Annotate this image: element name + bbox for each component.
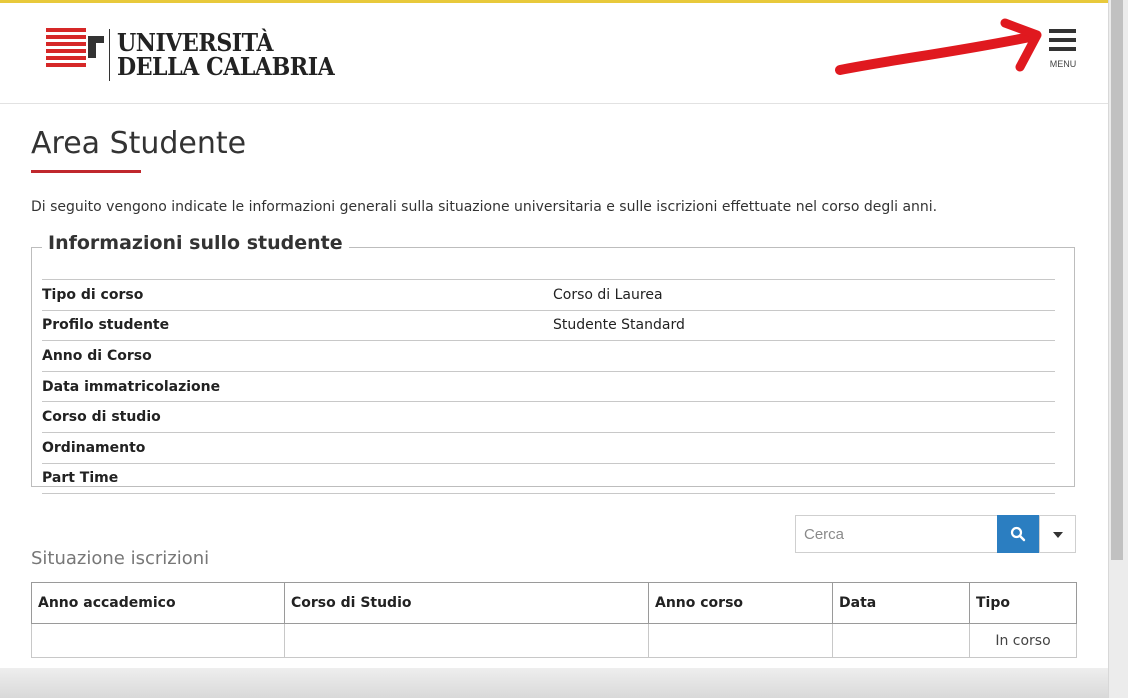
info-label: Tipo di corso <box>42 279 553 311</box>
info-row: Corso di studio <box>42 401 1055 433</box>
cell-anno-corso <box>648 623 833 658</box>
info-value: Corso di Laurea <box>553 279 1055 311</box>
info-row: Tipo di corso Corso di Laurea <box>42 279 1055 311</box>
cell-anno-accademico <box>31 623 285 658</box>
page-title: Area Studente <box>31 126 247 161</box>
column-header-data[interactable]: Data <box>832 582 970 624</box>
info-value <box>553 462 1055 495</box>
search-button[interactable] <box>997 515 1039 553</box>
registrations-title: Situazione iscrizioni <box>31 548 210 569</box>
table-header-row: Anno accademico Corso di Studio Anno cor… <box>31 582 1077 624</box>
search-group <box>795 515 1076 553</box>
column-header-tipo[interactable]: Tipo <box>969 582 1077 624</box>
info-label: Profilo studente <box>42 309 553 341</box>
site-header: UNIVERSITÀ DELLA CALABRIA MENU <box>0 3 1108 104</box>
cell-tipo: In corso <box>969 623 1077 658</box>
info-row: Part Time <box>42 462 1055 495</box>
intro-text: Di seguito vengono indicate le informazi… <box>31 199 938 215</box>
registrations-table: Anno accademico Corso di Studio Anno cor… <box>31 582 1077 658</box>
caret-down-icon <box>1053 532 1063 538</box>
info-row: Profilo studente Studente Standard <box>42 309 1055 341</box>
info-label: Part Time <box>42 462 553 495</box>
info-label: Corso di studio <box>42 401 553 433</box>
info-label: Anno di Corso <box>42 340 553 372</box>
menu-label: MENU <box>1049 59 1077 69</box>
info-row: Ordinamento <box>42 431 1055 464</box>
menu-button[interactable]: MENU <box>1040 27 1086 77</box>
info-value <box>553 340 1055 372</box>
student-info-table: Tipo di corso Corso di Laurea Profilo st… <box>42 279 1055 495</box>
university-name[interactable]: UNIVERSITÀ DELLA CALABRIA <box>117 31 335 81</box>
info-value: Studente Standard <box>553 309 1055 341</box>
search-icon <box>1010 526 1026 542</box>
student-info-legend: Informazioni sullo studente <box>42 232 349 254</box>
table-row[interactable]: In corso <box>31 623 1077 658</box>
info-row: Anno di Corso <box>42 340 1055 372</box>
info-value <box>553 431 1055 464</box>
column-header-anno-accademico[interactable]: Anno accademico <box>31 582 285 624</box>
cell-corso-di-studio <box>284 623 649 658</box>
info-row: Data immatricolazione <box>42 370 1055 402</box>
hamburger-menu-icon <box>1049 29 1076 51</box>
logo-divider <box>109 29 110 81</box>
cell-data <box>832 623 970 658</box>
column-header-anno-corso[interactable]: Anno corso <box>648 582 833 624</box>
info-value <box>553 401 1055 433</box>
info-label: Data immatricolazione <box>42 370 553 402</box>
bottom-bar <box>0 668 1108 698</box>
scrollbar-thumb[interactable] <box>1111 0 1123 560</box>
search-input[interactable] <box>795 515 997 553</box>
logo-line-2: DELLA CALABRIA <box>117 52 335 81</box>
column-header-corso-di-studio[interactable]: Corso di Studio <box>284 582 649 624</box>
title-underline <box>31 170 141 173</box>
uni-logo-icon <box>46 28 104 67</box>
info-label: Ordinamento <box>42 431 553 464</box>
search-options-dropdown[interactable] <box>1039 515 1076 553</box>
info-value <box>553 370 1055 402</box>
